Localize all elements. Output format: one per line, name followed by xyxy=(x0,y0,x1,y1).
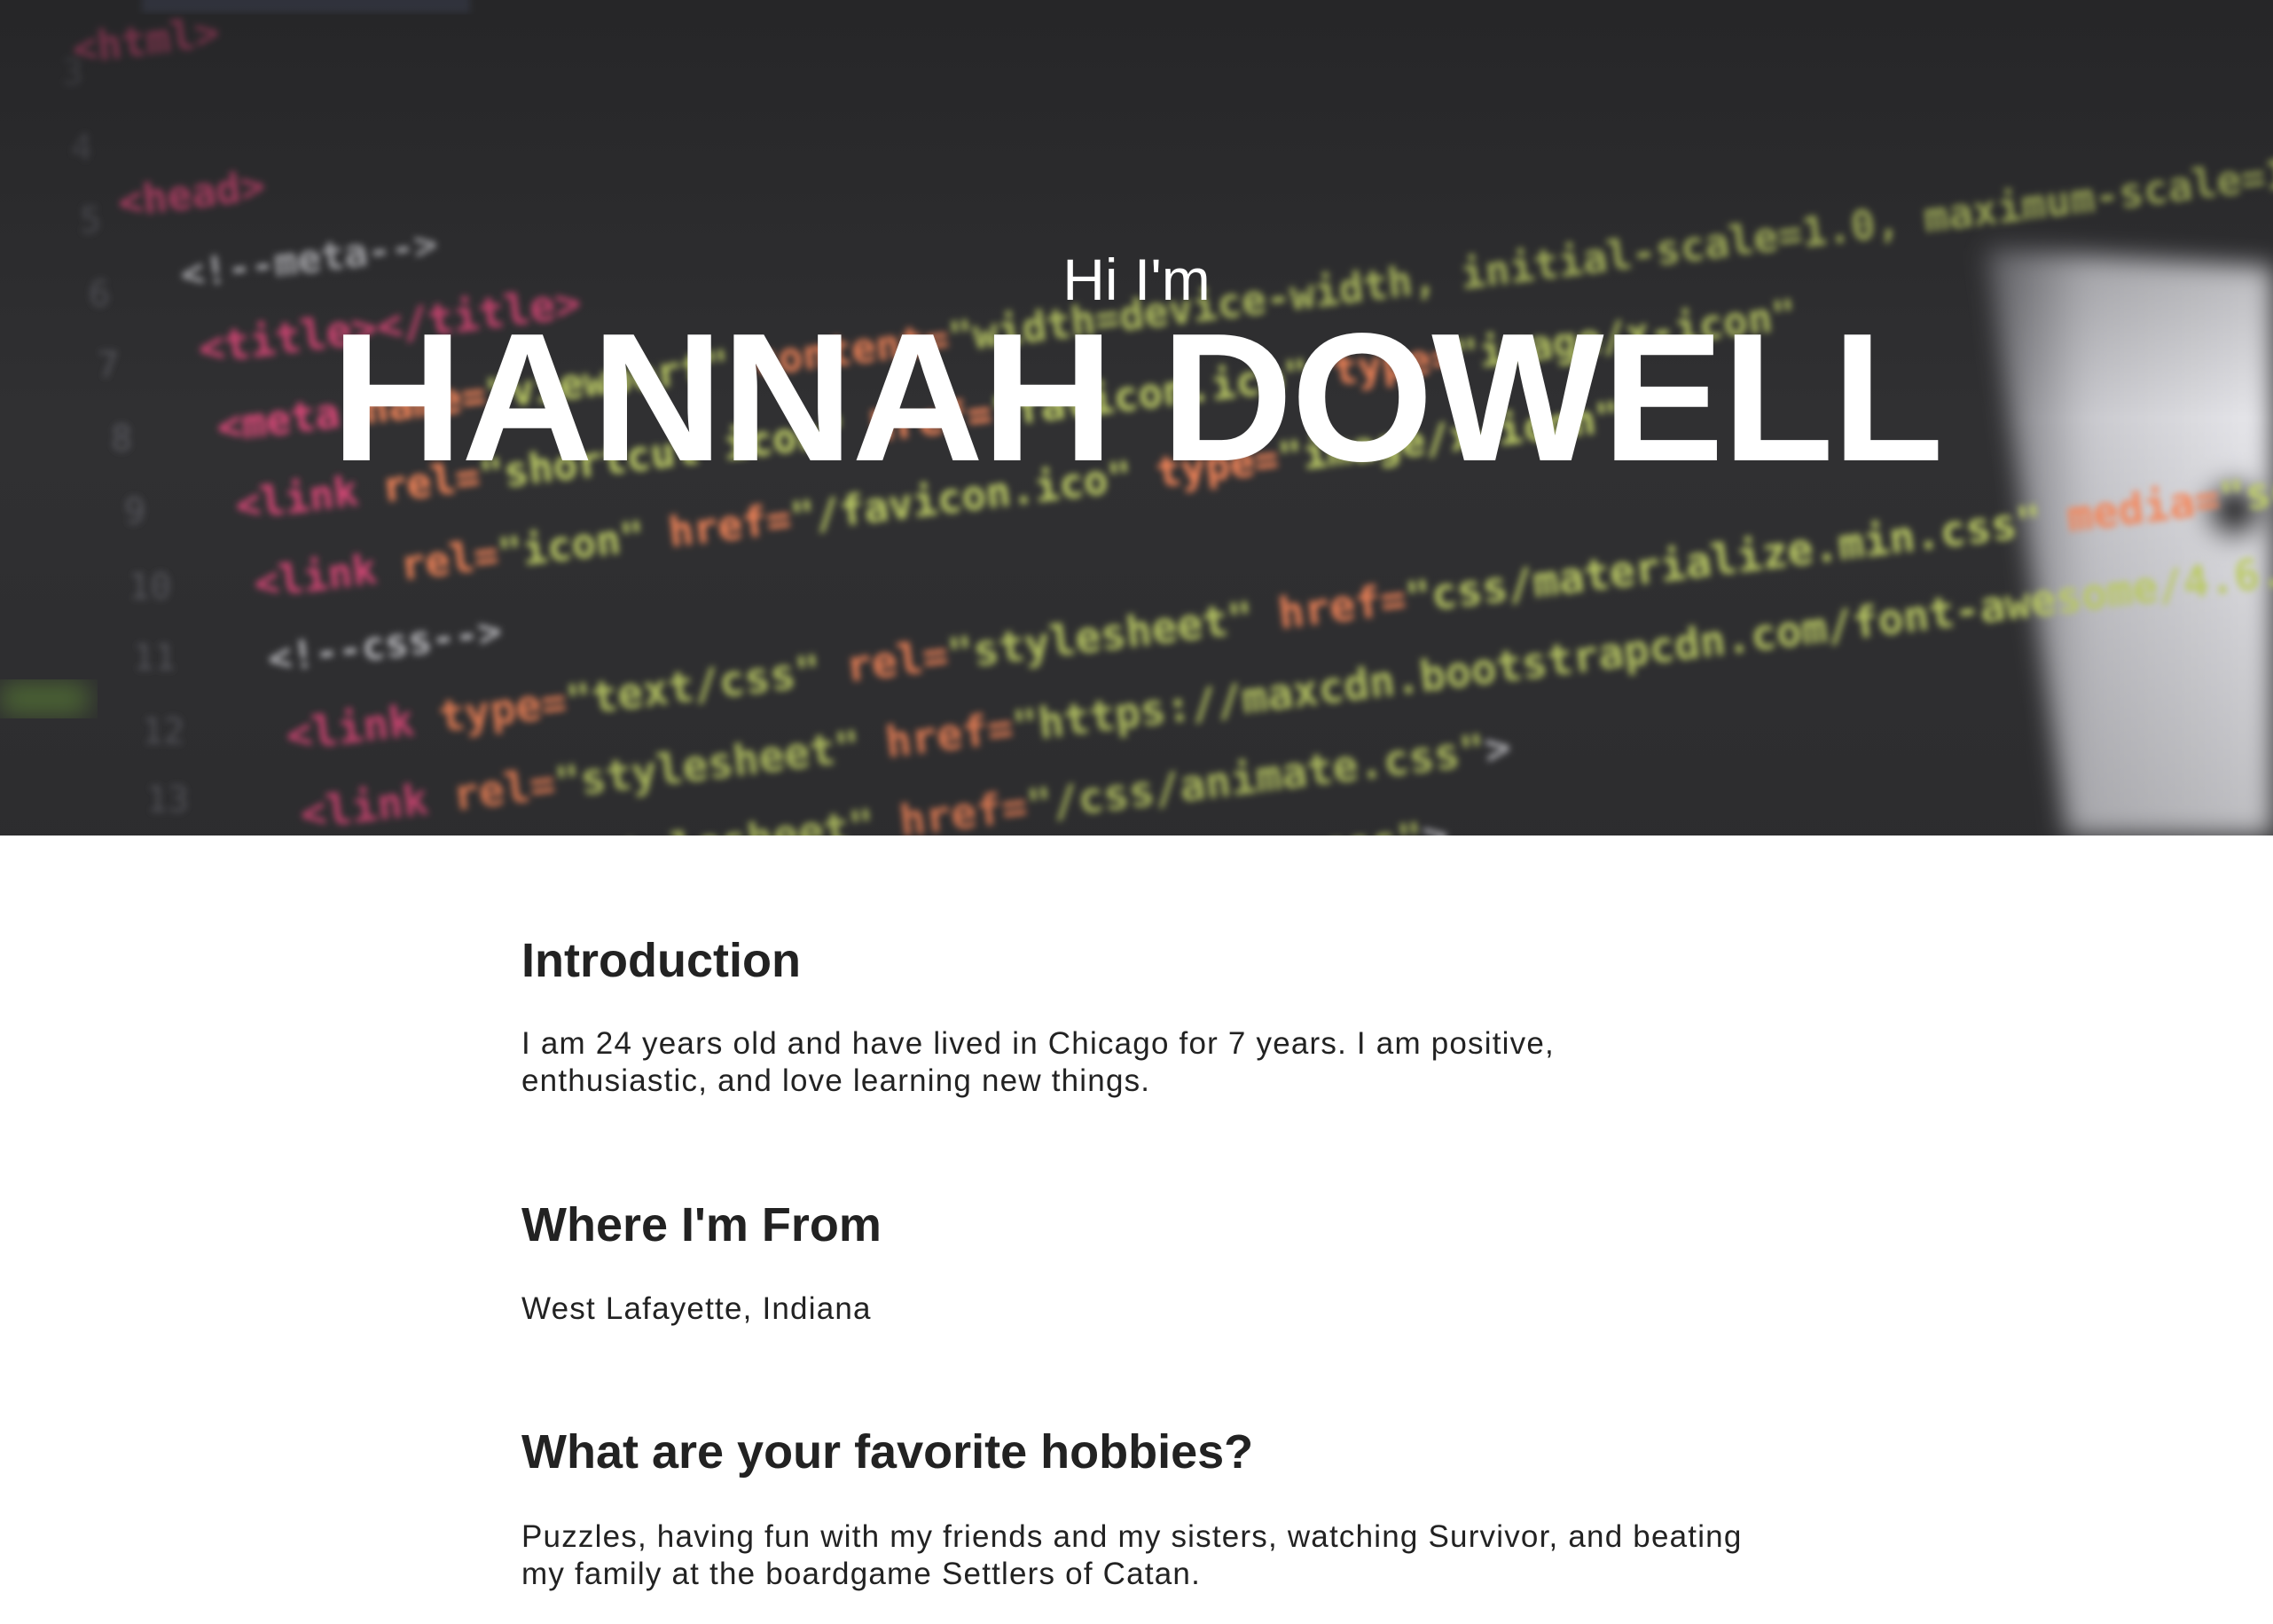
hero-name: HANNAH DOWELL xyxy=(331,295,1943,499)
hometown-heading: Where I'm From xyxy=(521,1198,882,1251)
introduction-text: I am 24 years old and have lived in Chic… xyxy=(521,1026,1555,1098)
hometown-text: West Lafayette, Indiana xyxy=(521,1291,872,1326)
hero-banner: 3 4 5 6 7 8 9 10 11 12 13 <html> <head> … xyxy=(0,0,2273,836)
introduction-heading: Introduction xyxy=(521,934,801,987)
hobbies-heading: What are your favorite hobbies? xyxy=(521,1425,1254,1479)
hobbies-text: Puzzles, having fun with my friends and … xyxy=(521,1519,1743,1591)
